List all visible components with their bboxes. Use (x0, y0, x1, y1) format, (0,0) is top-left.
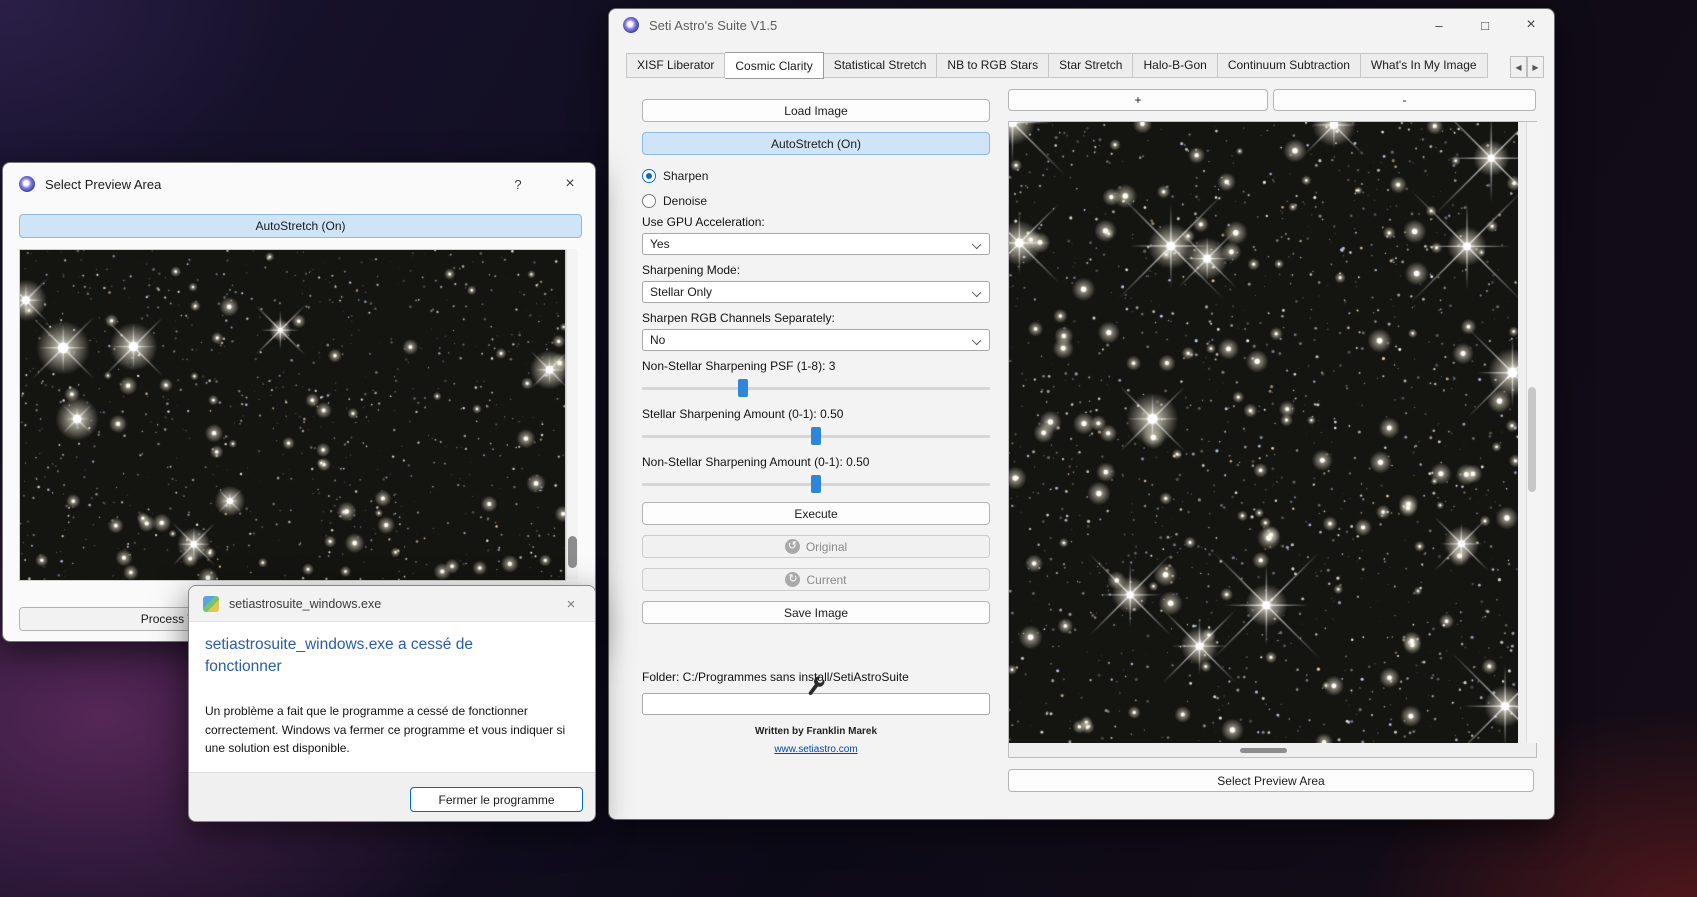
image-viewport (1008, 121, 1537, 758)
website-link[interactable]: www.setiastro.com (774, 744, 857, 755)
sharpening-mode-label: Sharpening Mode: (642, 263, 740, 277)
crash-dialog: setiastrosuite_windows.exe × setiastrosu… (188, 585, 596, 822)
rgb-separate-label: Sharpen RGB Channels Separately: (642, 311, 835, 325)
maximize-icon[interactable]: □ (1462, 9, 1508, 41)
tab-scroll-left-icon[interactable]: ◀ (1510, 56, 1527, 78)
dialog-titlebar[interactable]: setiastrosuite_windows.exe (189, 586, 595, 622)
zoom-in-button[interactable]: + (1008, 89, 1268, 111)
app-icon (19, 176, 35, 192)
radio-unselected-icon (642, 194, 656, 208)
rgb-separate-value: No (650, 333, 665, 347)
preview-autostretch-button[interactable]: AutoStretch (On) (19, 214, 582, 238)
load-image-button[interactable]: Load Image (642, 99, 990, 122)
program-icon (203, 596, 219, 612)
credit-text: Written by Franklin Marek (642, 726, 990, 737)
help-icon[interactable]: ? (498, 168, 538, 200)
preview-vertical-scrollbar-thumb[interactable] (568, 536, 577, 568)
undo-icon: ↺ (785, 539, 800, 554)
psf-slider[interactable] (642, 379, 990, 397)
chevron-down-icon (972, 336, 981, 345)
chevron-down-icon (972, 288, 981, 297)
minimize-icon[interactable]: – (1416, 9, 1462, 41)
execute-button[interactable]: Execute (642, 502, 990, 525)
tab-whats-in-my-image[interactable]: What's In My Image (1361, 53, 1488, 78)
stellar-amount-slider[interactable] (642, 427, 990, 445)
preview-window-title: Select Preview Area (45, 177, 161, 192)
nonstellar-amount-label: Non-Stellar Sharpening Amount (0-1): 0.5… (642, 455, 869, 469)
slider-thumb[interactable] (811, 427, 821, 445)
save-image-button[interactable]: Save Image (642, 601, 990, 624)
sharpen-radio-label: Sharpen (663, 169, 708, 183)
original-button-label: Original (806, 540, 847, 554)
tab-star-stretch[interactable]: Star Stretch (1049, 53, 1133, 78)
dialog-heading: setiastrosuite_windows.exe a cessé de fo… (205, 634, 540, 678)
zoom-out-button[interactable]: - (1273, 89, 1536, 111)
vertical-scrollbar-thumb[interactable] (1528, 387, 1536, 492)
slider-thumb[interactable] (738, 379, 748, 397)
sharpening-mode-dropdown[interactable]: Stellar Only (642, 281, 990, 303)
denoise-radio-label: Denoise (663, 194, 707, 208)
chevron-down-icon (972, 240, 981, 249)
tab-continuum-subtraction[interactable]: Continuum Subtraction (1218, 53, 1361, 78)
tab-halo-b-gon[interactable]: Halo-B-Gon (1133, 53, 1217, 78)
dialog-title: setiastrosuite_windows.exe (229, 597, 381, 611)
control-panel: Load Image AutoStretch (On) Sharpen Deno… (642, 9, 990, 821)
gpu-dropdown-value: Yes (650, 237, 670, 251)
close-icon[interactable]: × (1508, 9, 1554, 41)
select-preview-area-button[interactable]: Select Preview Area (1008, 769, 1534, 792)
close-icon[interactable]: × (549, 588, 593, 620)
gpu-label: Use GPU Acceleration: (642, 215, 765, 229)
sharpen-radio[interactable]: Sharpen (642, 169, 708, 183)
sharpening-mode-value: Stellar Only (650, 285, 712, 299)
wrench-icon (803, 674, 829, 704)
vertical-scrollbar[interactable] (1526, 122, 1537, 743)
current-button[interactable]: ↻ Current (642, 568, 990, 591)
folder-path-label: Folder: C:/Programmes sans install/SetiA… (642, 670, 909, 684)
original-button[interactable]: ↺ Original (642, 535, 990, 558)
radio-selected-icon (642, 169, 656, 183)
nonstellar-amount-slider[interactable] (642, 475, 990, 493)
main-window: Seti Astro's Suite V1.5 – □ × XISF Liber… (608, 8, 1555, 820)
select-preview-area-window: Select Preview Area ? × AutoStretch (On)… (2, 162, 596, 642)
psf-label: Non-Stellar Sharpening PSF (1-8): 3 (642, 359, 835, 373)
rgb-separate-dropdown[interactable]: No (642, 329, 990, 351)
desktop: { "colors": { "accent": "#0b6ad0", "auto… (0, 0, 1697, 897)
slider-track (642, 387, 990, 390)
close-icon[interactable]: × (547, 168, 593, 200)
slider-thumb[interactable] (811, 475, 821, 493)
tab-scroll-right-icon[interactable]: ▶ (1527, 56, 1544, 78)
horizontal-scrollbar-thumb[interactable] (1240, 748, 1287, 753)
denoise-radio[interactable]: Denoise (642, 194, 707, 208)
current-button-label: Current (806, 573, 846, 587)
close-program-button[interactable]: Fermer le programme (410, 787, 583, 812)
preview-vertical-scrollbar[interactable] (566, 249, 578, 579)
stellar-amount-label: Stellar Sharpening Amount (0-1): 0.50 (642, 407, 843, 421)
starfield-image[interactable] (1009, 122, 1518, 743)
dialog-body-text: Un problème a fait que le programme a ce… (205, 702, 573, 758)
autostretch-button[interactable]: AutoStretch (On) (642, 132, 990, 155)
app-icon (623, 17, 639, 33)
website-link-row: www.setiastro.com (642, 739, 990, 757)
gpu-dropdown[interactable]: Yes (642, 233, 990, 255)
redo-icon: ↻ (785, 572, 800, 587)
preview-starfield-image[interactable] (19, 249, 566, 581)
